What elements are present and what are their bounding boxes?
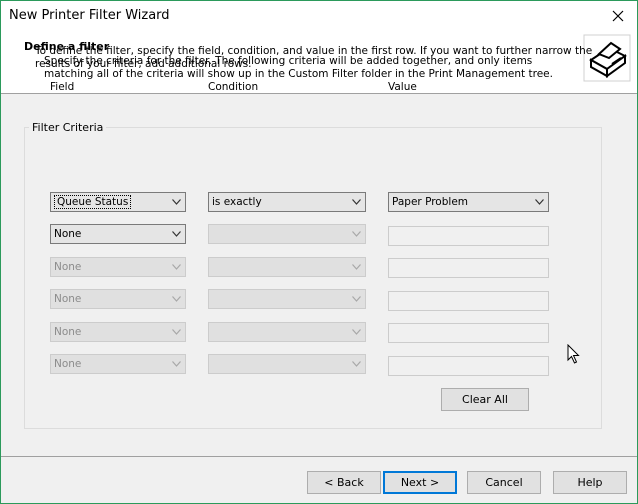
condition-dropdown-row-5 — [208, 322, 366, 342]
value-column-header: Value — [388, 81, 417, 93]
chevron-down-icon — [172, 199, 181, 205]
field-column-header: Field — [50, 81, 75, 93]
chevron-down-icon — [172, 264, 181, 270]
field-dropdown-row-6: None — [50, 354, 186, 374]
chevron-down-icon — [172, 329, 181, 335]
field-dropdown-row-4: None — [50, 289, 186, 309]
close-icon — [612, 10, 624, 22]
field-dropdown-row-5: None — [50, 322, 186, 342]
condition-dropdown-row-3 — [208, 257, 366, 277]
close-button[interactable] — [603, 3, 633, 29]
field-dropdown-row-2[interactable]: None — [50, 224, 186, 244]
condition-column-header: Condition — [208, 81, 259, 93]
field-value: None — [54, 293, 82, 305]
chevron-down-icon — [352, 231, 361, 237]
value-field-row-3 — [388, 258, 549, 278]
window-title: New Printer Filter Wizard — [9, 8, 170, 23]
field-value: None — [54, 228, 82, 240]
title-bar: New Printer Filter Wizard — [1, 1, 637, 31]
cancel-button[interactable]: Cancel — [467, 471, 541, 494]
chevron-down-icon — [352, 361, 361, 367]
value-dropdown-row-1[interactable]: Paper Problem — [388, 192, 549, 212]
field-value: None — [54, 261, 82, 273]
condition-dropdown-row-6 — [208, 354, 366, 374]
value-value: Paper Problem — [392, 196, 469, 208]
criteria-description: To define the filter, specify the field,… — [35, 45, 593, 70]
field-value: None — [54, 358, 82, 370]
wizard-window: New Printer Filter Wizard Define a filte… — [0, 0, 638, 504]
condition-dropdown-row-1[interactable]: is exactly — [208, 192, 366, 212]
condition-dropdown-row-4 — [208, 289, 366, 309]
value-field-row-2 — [388, 226, 549, 246]
chevron-down-icon — [535, 199, 544, 205]
chevron-down-icon — [352, 329, 361, 335]
chevron-down-icon — [352, 199, 361, 205]
chevron-down-icon — [172, 231, 181, 237]
help-button[interactable]: Help — [553, 471, 627, 494]
clear-all-button[interactable]: Clear All — [441, 388, 529, 411]
chevron-down-icon — [172, 296, 181, 302]
field-dropdown-row-1[interactable]: Queue Status — [50, 192, 186, 212]
value-field-row-6 — [388, 356, 549, 376]
chevron-down-icon — [352, 264, 361, 270]
wizard-footer: < Back Next > Cancel Help — [1, 457, 637, 503]
field-dropdown-row-3: None — [50, 257, 186, 277]
field-value: None — [54, 326, 82, 338]
value-field-row-5 — [388, 323, 549, 343]
condition-value: is exactly — [212, 196, 262, 208]
chevron-down-icon — [352, 296, 361, 302]
filter-criteria-legend: Filter Criteria — [32, 121, 104, 134]
chevron-down-icon — [172, 361, 181, 367]
next-button[interactable]: Next > — [383, 471, 457, 494]
value-field-row-4 — [388, 291, 549, 311]
back-button[interactable]: < Back — [307, 471, 381, 494]
mouse-cursor-icon — [567, 344, 580, 364]
field-value: Queue Status — [54, 195, 132, 209]
condition-dropdown-row-2 — [208, 224, 366, 244]
